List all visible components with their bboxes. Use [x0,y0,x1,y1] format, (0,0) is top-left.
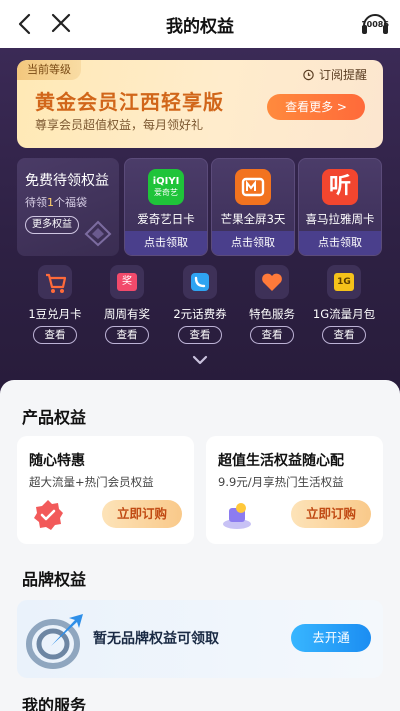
vip-card-name: 爱奇艺日卡 [137,212,195,226]
view-more-button[interactable]: 查看更多 > [267,94,365,120]
small-item-weekly-prize[interactable]: 奖 周周有奖 查看 [92,265,162,345]
brand-section-title: 品牌权益 [22,570,87,589]
claim-button[interactable]: 点击领取 [299,231,381,255]
service-number: 10086 [361,20,389,29]
vip-card-iqiyi[interactable]: iQIYI 爱奇艺 爱奇艺日卡 点击领取 [124,158,208,256]
subscribe-label: 订阅提醒 [318,68,367,82]
view-button[interactable]: 查看 [178,326,222,344]
data-pack-icon: 1G [327,265,361,299]
diamond-deco-icon [84,220,112,247]
customer-service-button[interactable]: 10086 [360,8,390,40]
product-section-title: 产品权益 [22,408,87,427]
view-button[interactable]: 查看 [250,326,294,344]
subscribe-reminder[interactable]: 订阅提醒 [302,66,367,83]
product-title: 超值生活权益随心配 [218,453,344,469]
brand-card: 暂无品牌权益可领取 去开通 [17,600,383,678]
activate-button[interactable]: 去开通 [291,624,371,652]
small-item-data-pack[interactable]: 1G 1G流量月包 查看 [309,265,379,345]
page-title: 我的权益 [166,17,234,37]
vip-card-ximalaya[interactable]: 听 喜马拉雅周卡 点击领取 [298,158,382,256]
product-desc: 9.9元/月享热门生活权益 [218,475,344,489]
service-section-title: 我的服务 [22,696,87,711]
free-benefits-title: 免费待领权益 [25,173,109,189]
order-now-button[interactable]: 立即订购 [291,500,371,528]
ximalaya-logo-icon: 听 [322,169,358,205]
heart-icon [255,265,289,299]
order-now-button[interactable]: 立即订购 [102,500,182,528]
cart-icon [38,265,72,299]
view-button[interactable]: 查看 [105,326,149,344]
product-card-suixin[interactable]: 随心特惠 超大流量+热门会员权益 立即订购 [17,436,194,544]
membership-name: 黄金会员江西轻享版 [35,90,224,114]
phone-coupon-icon [183,265,217,299]
vip-card-name: 喜马拉雅周卡 [305,212,375,226]
claim-button[interactable]: 点击领取 [125,231,207,255]
product-desc: 超大流量+热门会员权益 [29,475,154,489]
brand-logo-icon [26,614,83,669]
membership-desc: 尊享会员超值权益，每月领好礼 [35,118,204,132]
top-nav: 我的权益 10086 [0,0,400,48]
mango-tv-logo-icon [235,169,271,205]
view-button[interactable]: 查看 [322,326,366,344]
vip-card-mango[interactable]: 芒果全屏3天 点击领取 [211,158,295,256]
product-card-life[interactable]: 超值生活权益随心配 9.9元/月享热门生活权益 立即订购 [206,436,383,544]
vip-card-name: 芒果全屏3天 [220,212,286,226]
level-badge: 当前等级 [17,60,81,80]
more-benefits-button[interactable]: 更多权益 [25,216,79,234]
claim-button[interactable]: 点击领取 [212,231,294,255]
clock-bell-icon [303,69,314,81]
gift-box-icon [223,503,251,529]
view-button[interactable]: 查看 [33,326,77,344]
small-item-bean-card[interactable]: 1豆兑月卡 查看 [20,265,90,345]
bag-count: 1 [47,196,54,209]
free-benefits-sub: 待领1个福袋 [25,196,87,209]
item-name: 1G流量月包 [312,307,376,321]
brand-empty-text: 暂无品牌权益可领取 [93,631,219,647]
product-title: 随心特惠 [29,453,85,469]
small-item-special-service[interactable]: 特色服务 查看 [237,265,307,345]
chevron-down-icon[interactable] [192,354,208,366]
membership-card[interactable]: 当前等级 订阅提醒 黄金会员江西轻享版 尊享会员超值权益，每月领好礼 查看更多 … [17,60,383,148]
small-item-phone-coupon[interactable]: 2元话费券 查看 [165,265,235,345]
free-benefits-card[interactable]: 免费待领权益 待领1个福袋 更多权益 [17,158,119,256]
iqiyi-logo-icon: iQIYI 爱奇艺 [148,169,184,205]
discount-badge-icon [34,500,63,530]
ticket-icon: 奖 [110,265,144,299]
